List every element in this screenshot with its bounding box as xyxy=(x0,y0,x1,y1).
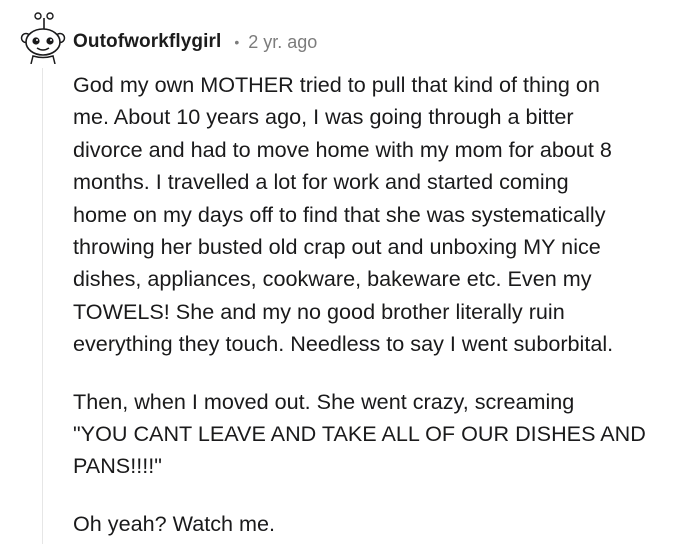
comment: Outofworkflygirl • 2 yr. ago God my own … xyxy=(0,0,700,544)
comment-paragraph: God my own MOTHER tried to pull that kin… xyxy=(73,72,614,357)
separator-dot: • xyxy=(234,34,240,50)
comment-header: Outofworkflygirl • 2 yr. ago xyxy=(73,29,317,55)
comment-paragraph: Oh yeah? Watch me. xyxy=(73,510,276,536)
snoo-avatar-icon[interactable] xyxy=(20,12,66,64)
timestamp[interactable]: 2 yr. ago xyxy=(248,32,317,53)
comment-paragraph: Then, when I moved out. She went crazy, … xyxy=(73,388,646,479)
username-link[interactable]: Outofworkflygirl xyxy=(73,31,221,53)
thread-line[interactable] xyxy=(42,68,43,544)
comment-body: God my own MOTHER tried to pull that kin… xyxy=(73,69,683,540)
